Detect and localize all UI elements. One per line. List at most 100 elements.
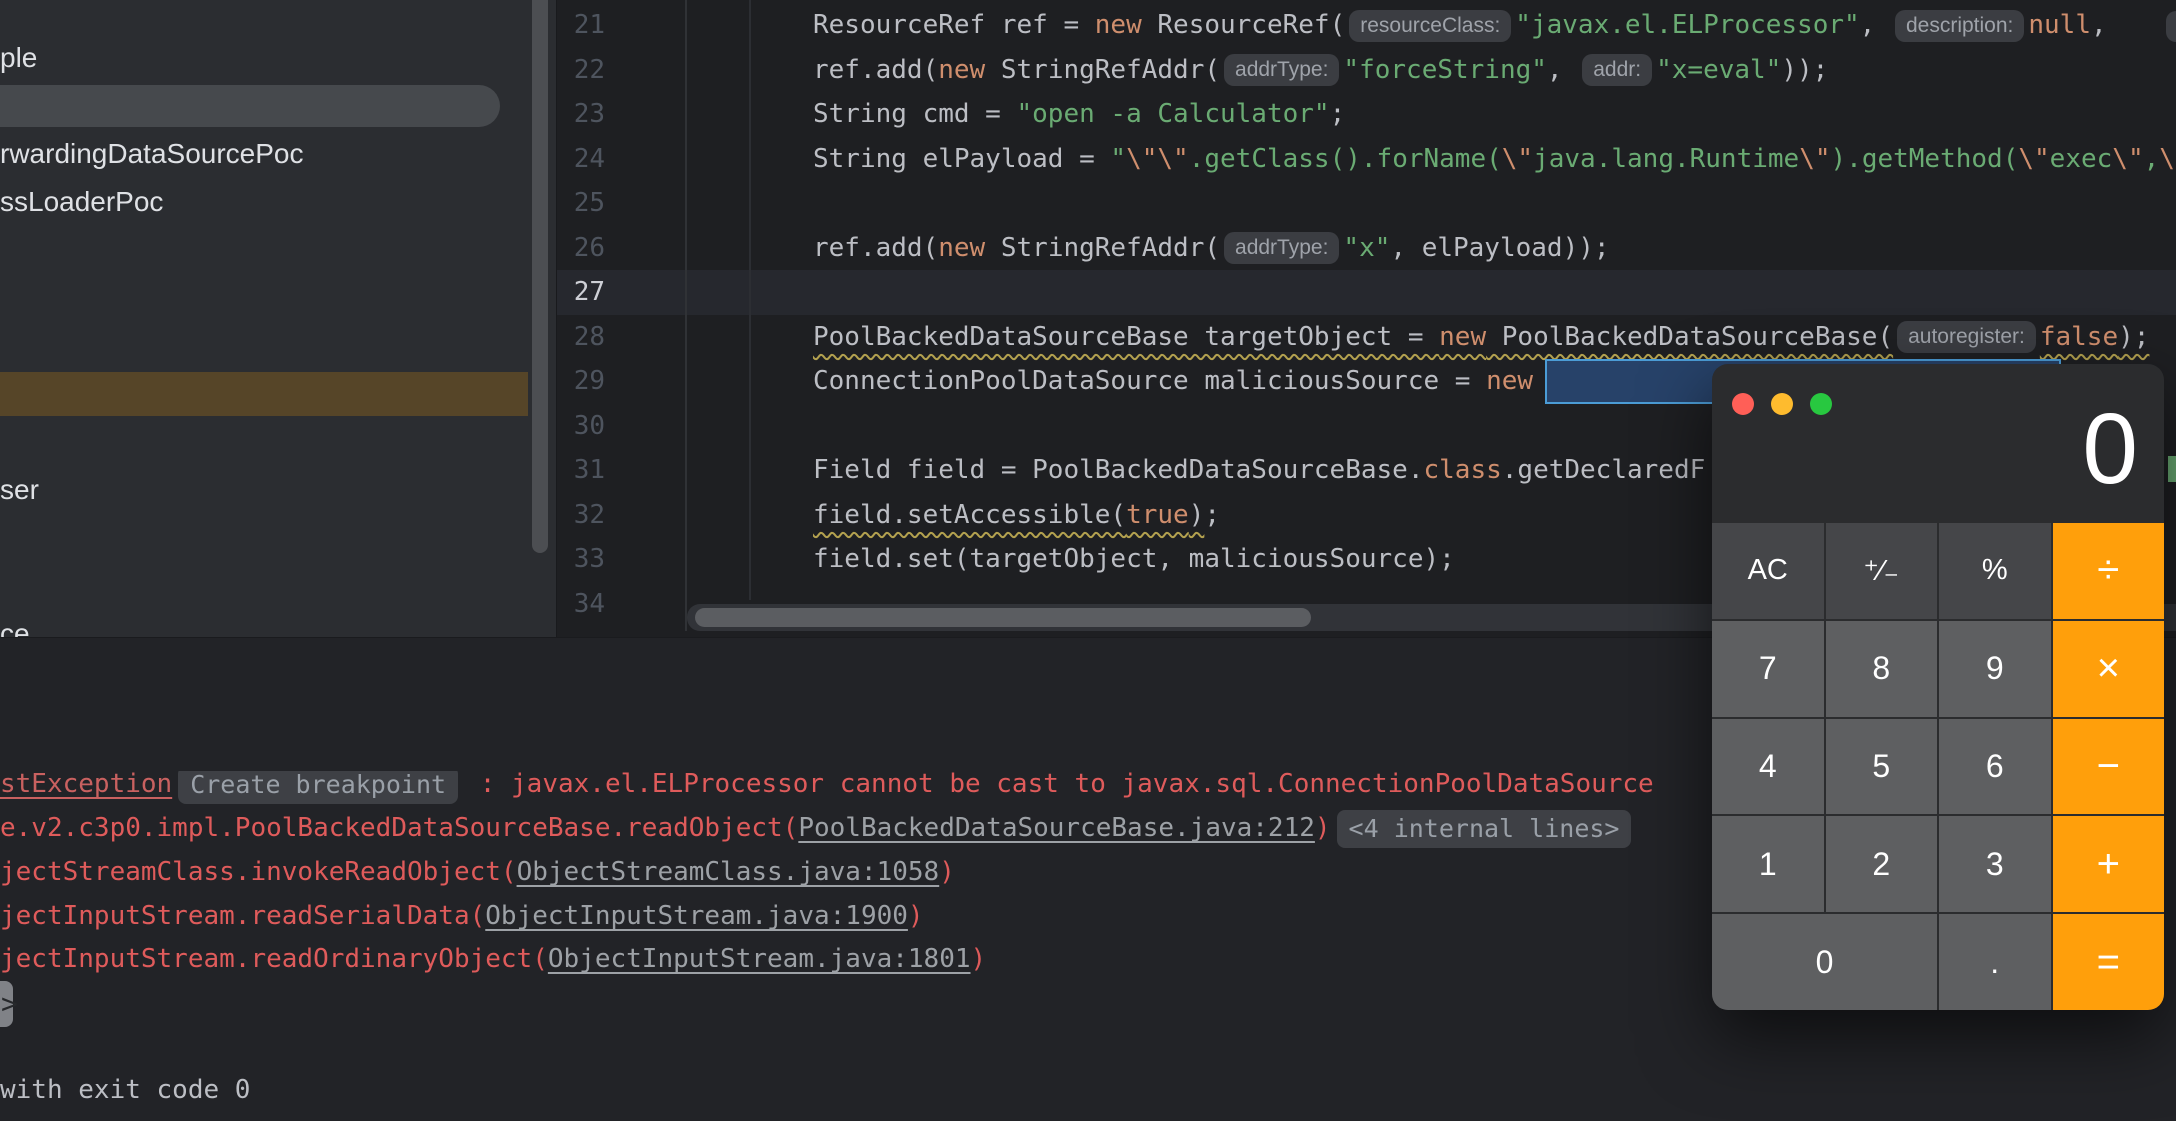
calc-key-.[interactable]: . (1939, 914, 2051, 1010)
code-segment: false (2040, 322, 2118, 352)
editor-line-22[interactable]: 22 ref.add(new StringRefAddr(addrType:"fo… (557, 48, 2176, 93)
editor-line-27[interactable]: 27 (557, 270, 2176, 315)
code-segment: ref.add( (813, 55, 938, 85)
editor-line-21[interactable]: 21ResourceRef ref = new ResourceRef(reso… (557, 3, 2176, 48)
code-segment: \" (1502, 144, 1533, 174)
sidebar-scrollbar[interactable] (532, 0, 548, 553)
line-number: 27 (556, 270, 605, 315)
code-segment: ResourceRef( (1142, 10, 1346, 40)
stacktrace-link[interactable]: stException (0, 771, 172, 799)
calc-key-6[interactable]: 6 (1939, 719, 2051, 815)
code-text: PoolBackedDataSourceBase targetObject = … (813, 315, 2149, 360)
calc-key-%[interactable]: % (1939, 523, 2051, 619)
code-segment: .getClass().forName( (1189, 144, 1502, 174)
calc-key-5[interactable]: 5 (1826, 719, 1938, 815)
calc-key-AC[interactable]: AC (1712, 523, 1824, 619)
code-segment: "javax.el.ELProcessor" (1515, 10, 1859, 40)
prompt-chevron: > (1, 981, 18, 1027)
code-segment: PoolBackedDataSourceBase targetObject = (813, 322, 1439, 352)
calc-key-=[interactable]: = (2053, 914, 2165, 1010)
code-text: ResourceRef ref = new ResourceRef(resour… (813, 3, 2107, 48)
code-segment: new (1486, 366, 1533, 396)
stacktrace-link[interactable]: ObjectInputStream.java:1900 (485, 901, 908, 931)
stacktrace-link[interactable]: PoolBackedDataSourceBase.java:212 (798, 813, 1315, 843)
calculator-window[interactable]: 0 AC⁺⁄₋%÷789×456−123+0.= (1712, 364, 2164, 1010)
console-line: jectStreamClass.invokeReadObject(ObjectS… (0, 850, 955, 894)
line-number: 25 (556, 181, 605, 226)
calc-key-3[interactable]: 3 (1939, 816, 2051, 912)
code-segment: new (938, 233, 985, 263)
console-text: ) (971, 944, 987, 974)
calc-key-9[interactable]: 9 (1939, 621, 2051, 717)
editor-line-23[interactable]: 23String cmd = "open -a Calculator"; (557, 92, 2176, 137)
sidebar-item[interactable]: ple (0, 36, 37, 80)
console-text: ) (908, 901, 924, 931)
code-segment: \" (1799, 144, 1830, 174)
code-segment: new (1095, 10, 1142, 40)
code-segment: "open -a Calculator" (1017, 99, 1330, 129)
sidebar-item-accent[interactable] (0, 372, 528, 416)
code-text: ref.add(new StringRefAddr(addrType:"x", … (813, 226, 1610, 271)
line-number: 28 (556, 315, 605, 360)
code-segment: .getDeclaredF (1502, 455, 1706, 485)
inlay-hint: addrType: (1224, 232, 1339, 264)
sidebar-item[interactable]: ce (0, 612, 30, 637)
line-number: 33 (556, 537, 605, 582)
code-segment: , (2091, 10, 2107, 40)
console-chip[interactable]: Create breakpoint (178, 771, 458, 804)
code-segment: , (2144, 144, 2160, 174)
console-text: jectInputStream.readOrdinaryObject( (0, 944, 548, 974)
calc-key-4[interactable]: 4 (1712, 719, 1824, 815)
code-text: Field field = PoolBackedDataSourceBase.c… (813, 448, 1705, 493)
stacktrace-link[interactable]: ObjectInputStream.java:1801 (548, 944, 971, 974)
code-segment: new (1439, 322, 1486, 352)
code-text: String cmd = "open -a Calculator"; (813, 92, 1345, 137)
code-segment: ; (1204, 500, 1220, 530)
inlay-hint: resourceClass: (1349, 10, 1511, 42)
code-segment: class (1423, 455, 1501, 485)
code-segment: String cmd = (813, 99, 1017, 129)
code-text: ref.add(new StringRefAddr(addrType:"forc… (813, 48, 1828, 93)
console-chip[interactable]: <4 internal lines> (1337, 810, 1632, 848)
code-text: field.setAccessible(true); (813, 493, 1220, 538)
code-segment: new (938, 55, 985, 85)
calc-key-8[interactable]: 8 (1826, 621, 1938, 717)
calc-key-÷[interactable]: ÷ (2053, 523, 2165, 619)
calc-key-7[interactable]: 7 (1712, 621, 1824, 717)
inlay-hint: addrType: (1224, 54, 1339, 86)
code-segment: true (1126, 500, 1189, 530)
calc-key-0[interactable]: 0 (1712, 914, 1937, 1010)
editor-hscrollbar-thumb[interactable] (695, 608, 1311, 627)
line-number: 30 (556, 404, 605, 449)
sidebar-item[interactable]: rwardingDataSourcePoc (0, 132, 304, 176)
calc-key-+[interactable]: + (2053, 816, 2165, 912)
calc-key-×[interactable]: × (2053, 621, 2165, 717)
calc-key-⁺⁄₋[interactable]: ⁺⁄₋ (1826, 523, 1938, 619)
sidebar-item[interactable]: ser (0, 468, 39, 512)
line-number: 22 (556, 48, 605, 93)
editor-line-26[interactable]: 26ref.add(new StringRefAddr(addrType:"x"… (557, 226, 2176, 271)
stacktrace-link[interactable]: ObjectStreamClass.java:1058 (517, 857, 940, 887)
line-number: 24 (556, 137, 605, 182)
code-segment: PoolBackedDataSourceBase( (1486, 322, 1893, 352)
editor-line-24[interactable]: 24String elPayload = "\"\".getClass().fo… (557, 137, 2176, 182)
console-text: e.v2.c3p0.impl.PoolBackedDataSourceBase.… (0, 813, 798, 843)
calc-key-1[interactable]: 1 (1712, 816, 1824, 912)
console-text: with exit code 0 (0, 1075, 250, 1105)
minimize-button[interactable] (1771, 393, 1793, 415)
close-button[interactable] (1732, 393, 1754, 415)
code-segment: String elPayload = (813, 144, 1110, 174)
console-text: ) (939, 857, 955, 887)
code-segment: exec (2050, 144, 2113, 174)
calc-key-−[interactable]: − (2053, 719, 2165, 815)
sidebar-item-selected[interactable] (0, 85, 500, 127)
calc-key-2[interactable]: 2 (1826, 816, 1938, 912)
editor-line-28[interactable]: 28 PoolBackedDataSourceBase targetObject … (557, 315, 2176, 360)
code-segment: \" (2018, 144, 2049, 174)
zoom-button[interactable] (1810, 393, 1832, 415)
string-fragment-clipped (2168, 456, 2176, 482)
line-number: 31 (556, 448, 605, 493)
inlay-hint-clipped (2166, 11, 2176, 42)
editor-line-25[interactable]: 25 (557, 181, 2176, 226)
sidebar-item[interactable]: ssLoaderPoc (0, 180, 163, 224)
